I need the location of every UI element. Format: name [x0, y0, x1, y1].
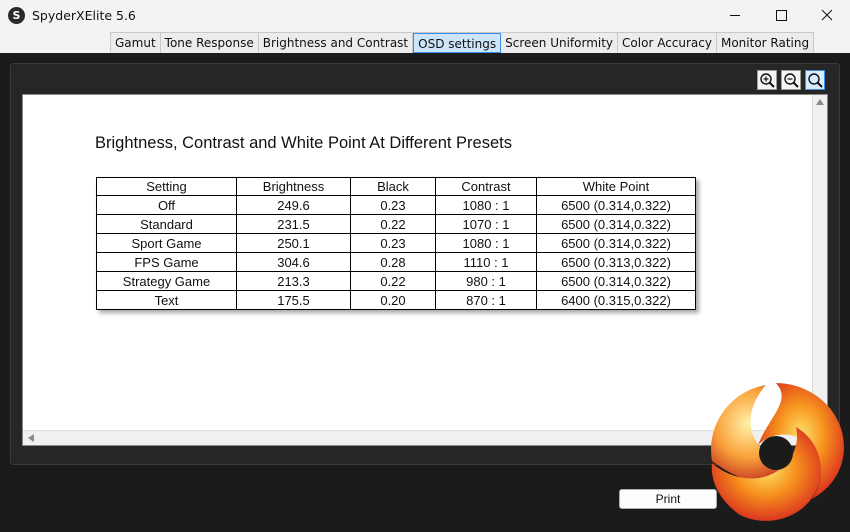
- table-body: Off 249.6 0.23 1080 : 1 6500 (0.314,0.322) St…: [96, 195, 696, 310]
- table-cell: 870 : 1: [435, 290, 537, 310]
- report-title: Brightness, Contrast and White Point At …: [95, 134, 512, 152]
- table-header-row: Setting Brightness Black Contrast White Poin…: [96, 177, 696, 196]
- zoom-fit-icon: [808, 73, 823, 88]
- window-title: SpyderXElite 5.6: [32, 8, 136, 23]
- table-cell: FPS Game: [96, 252, 237, 272]
- table-row: Standard 231.5 0.22 1070 : 1 6500 (0.314,0.3…: [96, 214, 696, 234]
- table-cell: 6400 (0.315,0.322): [536, 290, 696, 310]
- tab-osd-settings[interactable]: OSD settings: [413, 33, 502, 53]
- table-row: Text 175.5 0.20 870 : 1 6400 (0.315,0.322): [96, 290, 696, 310]
- table-cell: 1070 : 1: [435, 214, 537, 234]
- table-cell: 250.1: [236, 233, 351, 253]
- table-cell: 249.6: [236, 195, 351, 215]
- table-cell: 175.5: [236, 290, 351, 310]
- table-cell: 231.5: [236, 214, 351, 234]
- tab-color-accuracy[interactable]: Color Accuracy: [618, 33, 717, 53]
- table-cell: 0.22: [350, 214, 436, 234]
- zoom-in-button[interactable]: [757, 70, 777, 90]
- table-cell: 0.28: [350, 252, 436, 272]
- tab-brightness-and-contrast[interactable]: Brightness and Contrast: [258, 33, 414, 53]
- presets-table: Setting Brightness Black Contrast White Poin…: [96, 177, 696, 310]
- maximize-button[interactable]: [758, 0, 804, 31]
- table-cell: 0.23: [350, 195, 436, 215]
- table-cell: 6500 (0.314,0.322): [536, 233, 696, 253]
- table-cell: 980 : 1: [435, 271, 537, 291]
- zoom-out-button[interactable]: [781, 70, 801, 90]
- app-logo-icon: S: [8, 7, 25, 24]
- tab-monitor-rating[interactable]: Monitor Rating: [716, 33, 814, 53]
- table-cell: 6500 (0.314,0.322): [536, 214, 696, 234]
- table-cell: Text: [96, 290, 237, 310]
- scroll-up-icon[interactable]: [816, 99, 824, 105]
- table-cell: 6500 (0.313,0.322): [536, 252, 696, 272]
- column-header-contrast: Contrast: [435, 177, 537, 196]
- minimize-button[interactable]: [712, 0, 758, 31]
- column-header-setting: Setting: [96, 177, 237, 196]
- scroll-left-icon[interactable]: [28, 434, 34, 442]
- table-row: FPS Game 304.6 0.28 1110 : 1 6500 (0.313,0.3…: [96, 252, 696, 272]
- tab-gamut[interactable]: Gamut: [111, 33, 161, 53]
- table-cell: Sport Game: [96, 233, 237, 253]
- column-header-brightness: Brightness: [236, 177, 351, 196]
- close-icon: [821, 9, 833, 21]
- table-cell: Standard: [96, 214, 237, 234]
- table-cell: 0.22: [350, 271, 436, 291]
- table-cell: 6500 (0.314,0.322): [536, 195, 696, 215]
- table-row: Off 249.6 0.23 1080 : 1 6500 (0.314,0.322): [96, 195, 696, 215]
- table-cell: 213.3: [236, 271, 351, 291]
- tab-tone-response[interactable]: Tone Response: [160, 33, 259, 53]
- column-header-black: Black: [350, 177, 436, 196]
- brand-logo-icon: [711, 383, 844, 521]
- table-row: Strategy Game 213.3 0.22 980 : 1 6500 (0.314…: [96, 271, 696, 291]
- maximize-icon: [776, 10, 787, 21]
- minimize-icon: [730, 15, 740, 16]
- table-cell: Strategy Game: [96, 271, 237, 291]
- column-header-white-point: White Point: [536, 177, 696, 196]
- table-cell: 1080 : 1: [435, 195, 537, 215]
- table-cell: 0.20: [350, 290, 436, 310]
- table-cell: 1110 : 1: [435, 252, 537, 272]
- table-cell: Off: [96, 195, 237, 215]
- table-cell: 1080 : 1: [435, 233, 537, 253]
- table-row: Sport Game 250.1 0.23 1080 : 1 6500 (0.314,0…: [96, 233, 696, 253]
- tab-list: Gamut Tone Response Brightness and Contras…: [110, 32, 815, 53]
- table-cell: 6500 (0.314,0.322): [536, 271, 696, 291]
- title-bar: S SpyderXElite 5.6: [0, 0, 850, 31]
- zoom-out-icon: [784, 73, 799, 88]
- tab-strip: Gamut Tone Response Brightness and Contras…: [0, 31, 850, 53]
- table-cell: 304.6: [236, 252, 351, 272]
- close-button[interactable]: [804, 0, 850, 31]
- zoom-in-icon: [760, 73, 775, 88]
- table-cell: 0.23: [350, 233, 436, 253]
- tab-screen-uniformity[interactable]: Screen Uniformity: [501, 33, 619, 53]
- zoom-fit-button[interactable]: [805, 70, 825, 90]
